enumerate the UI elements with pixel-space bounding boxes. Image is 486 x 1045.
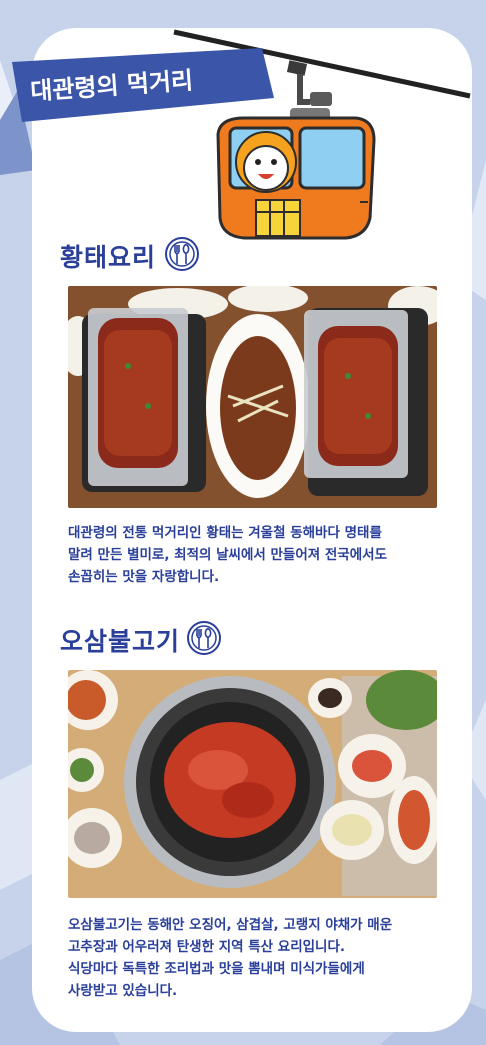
osam-bulgogi-dish-photo xyxy=(68,670,437,898)
section-title-hwangtae: 황태요리 xyxy=(60,243,157,272)
fork-and-spoon-icon xyxy=(165,237,199,271)
hwangtae-description: 대관령의 전통 먹거리인 황태는 겨울철 동해바다 명태를 말려 만든 별미로,… xyxy=(68,525,387,585)
section-title-osam-bulgogi: 오삼불고기 xyxy=(60,627,181,656)
hwangtae-dish-photo xyxy=(68,286,437,508)
osam-bulgogi-description: 오삼불고기는 동해안 오징어, 삼겹살, 고랭지 야채가 매운 고추장과 어우러… xyxy=(68,917,393,999)
fork-and-spoon-icon xyxy=(187,621,221,655)
